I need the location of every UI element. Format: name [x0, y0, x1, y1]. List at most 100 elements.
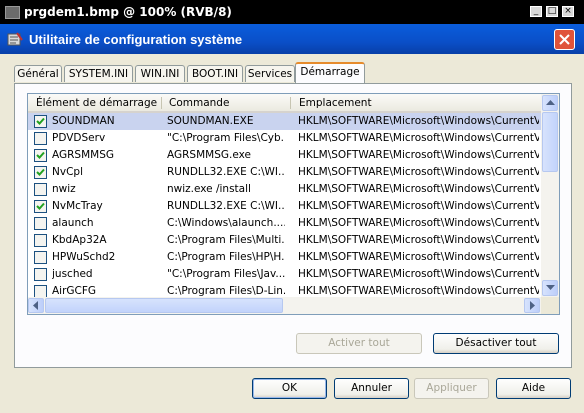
tab-win-ini[interactable]: WIN.INI [135, 65, 185, 82]
list-item[interactable]: KbdAp32A C:\Program Files\Multi... HKLM\SO… [28, 232, 541, 249]
list-item[interactable]: NvCpl RUNDLL32.EXE C:\WI... HKLM\SOFTWARE\… [28, 164, 541, 181]
column-divider[interactable] [290, 97, 291, 109]
item-location: HKLM\SOFTWARE\Microsoft\Windows\CurrentV… [298, 183, 539, 195]
item-command: SOUNDMAN.EXE [167, 115, 254, 127]
startup-checkbox[interactable] [34, 217, 47, 230]
maximize-button[interactable]: □ [546, 6, 558, 17]
disable-all-button[interactable]: Désactiver tout [433, 333, 559, 354]
list-item[interactable]: alaunch C:\Windows\alaunch.... HKLM\SOFTWA… [28, 215, 541, 232]
list-item[interactable]: PDVDServ "C:\Program Files\Cyb... HKLM\SOF… [28, 130, 541, 147]
startup-panel: Élément de démarrage Commande Emplacemen… [14, 83, 572, 368]
item-location: HKLM\SOFTWARE\Microsoft\Windows\CurrentV… [298, 166, 539, 178]
item-location: HKLM\SOFTWARE\Microsoft\Windows\CurrentV… [298, 132, 539, 144]
dialog-title: Utilitaire de configuration système [29, 32, 243, 47]
item-command: C:\Windows\alaunch.... [167, 217, 285, 229]
item-name: nwiz [52, 183, 76, 195]
outer-titlebar: prgdem1.bmp @ 100% (RVB/8) _ □ × [0, 0, 584, 24]
startup-checkbox[interactable] [34, 234, 47, 247]
column-header-command[interactable]: Commande [169, 97, 229, 109]
startup-checkbox[interactable] [34, 149, 47, 162]
tab-boot-ini[interactable]: BOOT.INI [187, 65, 243, 82]
item-command: RUNDLL32.EXE C:\WI... [167, 200, 285, 212]
outer-window-title: prgdem1.bmp @ 100% (RVB/8) [24, 5, 232, 19]
checkmark-icon [36, 117, 45, 125]
column-divider[interactable] [161, 97, 162, 109]
startup-checkbox[interactable] [34, 166, 47, 179]
list-item[interactable]: SOUNDMAN SOUNDMAN.EXE HKLM\SOFTWARE\Micros… [28, 113, 541, 130]
tab-general[interactable]: Général [14, 65, 62, 82]
tab-services[interactable]: Services [245, 65, 295, 82]
checkmark-icon [36, 168, 45, 176]
scroll-up-button[interactable] [542, 95, 558, 111]
list-item[interactable]: AGRSMMSG AGRSMMSG.exe HKLM\SOFTWARE\Micros… [28, 147, 541, 164]
checkmark-icon [36, 151, 45, 159]
vertical-scroll-thumb[interactable] [542, 112, 558, 172]
item-location: HKLM\SOFTWARE\Microsoft\Windows\CurrentV… [298, 285, 539, 297]
close-button[interactable] [554, 29, 575, 50]
item-command: RUNDLL32.EXE C:\WI... [167, 166, 285, 178]
arrow-right-icon [530, 301, 535, 310]
arrow-left-icon [33, 301, 38, 310]
column-header-location[interactable]: Emplacement [299, 97, 372, 109]
help-button[interactable]: Aide [496, 378, 571, 399]
scroll-right-button[interactable] [524, 298, 540, 313]
vertical-scrollbar[interactable] [541, 94, 559, 297]
config-gear-icon [7, 32, 23, 46]
item-location: HKLM\SOFTWARE\Microsoft\Windows\CurrentV… [298, 217, 539, 229]
dialog-titlebar: Utilitaire de configuration système [0, 24, 584, 54]
item-command: AGRSMMSG.exe [167, 149, 251, 161]
item-command: C:\Program Files\HP\H... [167, 251, 285, 263]
item-name: NvCpl [52, 166, 83, 178]
startup-checkbox[interactable] [34, 268, 47, 281]
item-name: alaunch [52, 217, 94, 229]
item-location: HKLM\SOFTWARE\Microsoft\Windows\CurrentV… [298, 115, 539, 127]
scroll-down-button[interactable] [542, 280, 558, 296]
horizontal-scrollbar[interactable] [28, 297, 541, 314]
scrollbar-corner [541, 297, 559, 314]
item-location: HKLM\SOFTWARE\Microsoft\Windows\CurrentV… [298, 234, 539, 246]
image-icon [5, 6, 20, 19]
item-location: HKLM\SOFTWARE\Microsoft\Windows\CurrentV… [298, 149, 539, 161]
item-name: NvMcTray [52, 200, 103, 212]
startup-checkbox[interactable] [34, 132, 47, 145]
list-item[interactable]: NvMcTray RUNDLL32.EXE C:\WI... HKLM\SOFTWA… [28, 198, 541, 215]
tab-startup[interactable]: Démarrage [295, 62, 365, 83]
startup-checkbox[interactable] [34, 200, 47, 213]
list-item[interactable]: HPWuSchd2 C:\Program Files\HP\H... HKLM\SO… [28, 249, 541, 266]
item-name: AGRSMMSG [52, 149, 115, 161]
msconfig-dialog: Utilitaire de configuration système Géné… [0, 24, 584, 413]
tab-system-ini[interactable]: SYSTEM.INI [64, 65, 133, 82]
apply-button[interactable]: Appliquer [414, 378, 489, 399]
cancel-button[interactable]: Annuler [334, 378, 409, 399]
item-location: HKLM\SOFTWARE\Microsoft\Windows\CurrentV… [298, 200, 539, 212]
arrow-down-icon [546, 285, 555, 290]
checkmark-icon [36, 202, 45, 210]
column-header-item[interactable]: Élément de démarrage [36, 97, 157, 109]
outer-close-button[interactable]: × [562, 6, 574, 17]
horizontal-scroll-thumb[interactable] [45, 298, 283, 313]
arrow-up-icon [546, 100, 555, 105]
scroll-left-button[interactable] [28, 298, 44, 313]
item-name: KbdAp32A [52, 234, 107, 246]
item-command: nwiz.exe /install [167, 183, 251, 195]
item-location: HKLM\SOFTWARE\Microsoft\Windows\CurrentV… [298, 268, 539, 280]
item-name: PDVDServ [52, 132, 106, 144]
item-command: "C:\Program Files\Cyb... [167, 132, 285, 144]
enable-all-button[interactable]: Activer tout [296, 333, 422, 354]
startup-checkbox[interactable] [34, 251, 47, 264]
item-name: AirGCFG [52, 285, 97, 297]
item-name: HPWuSchd2 [52, 251, 116, 263]
close-icon [559, 34, 570, 45]
list-item[interactable]: jusched "C:\Program Files\Jav... HKLM\SOFT… [28, 266, 541, 283]
item-location: HKLM\SOFTWARE\Microsoft\Windows\CurrentV… [298, 251, 539, 263]
item-command: C:\Program Files\D-Lin... [167, 285, 285, 297]
ok-button[interactable]: OK [252, 378, 327, 399]
minimize-button[interactable]: _ [530, 6, 542, 17]
startup-checkbox[interactable] [34, 183, 47, 196]
item-name: SOUNDMAN [52, 115, 115, 127]
item-name: jusched [52, 268, 93, 280]
startup-checkbox[interactable] [34, 115, 47, 128]
startup-list: Élément de démarrage Commande Emplacemen… [27, 93, 560, 315]
item-command: C:\Program Files\Multi... [167, 234, 285, 246]
list-item[interactable]: nwiz nwiz.exe /install HKLM\SOFTWARE\Micro… [28, 181, 541, 198]
